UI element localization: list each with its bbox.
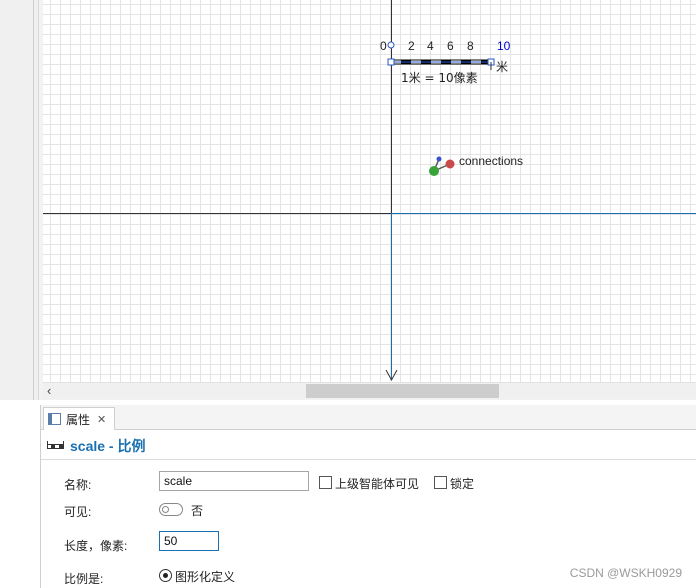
visible-to-upper-agent-label: 上级智能体可见 bbox=[335, 477, 420, 491]
tab-properties-label: 属性 bbox=[66, 412, 91, 427]
scrollbar-thumb[interactable] bbox=[306, 384, 499, 398]
ruler-unit: 米 bbox=[496, 60, 508, 74]
connections-object[interactable]: connections bbox=[429, 154, 523, 176]
properties-heading: scale - 比例 bbox=[41, 433, 696, 460]
connections-icon-red bbox=[445, 159, 455, 169]
canvas-drawing: 0 2 4 6 8 10 米 1米 = 10像素 connections bbox=[43, 0, 696, 382]
ruler-tick-0: 0 bbox=[380, 39, 387, 53]
name-label: 名称: bbox=[64, 478, 92, 492]
lock-label: 锁定 bbox=[450, 477, 475, 491]
properties-panel: 属性 ✕ scale - 比例 名称: 上级智能体可见 锁定 可见: 否 长度，… bbox=[40, 405, 696, 588]
tab-properties[interactable]: 属性 ✕ bbox=[43, 407, 115, 430]
editor-left-gutter bbox=[0, 0, 39, 400]
radio-dot bbox=[163, 573, 168, 578]
panel-title: scale - 比例 bbox=[70, 438, 146, 454]
visible-label: 可见: bbox=[64, 505, 92, 519]
graphical-definition-label: 图形化定义 bbox=[175, 570, 236, 584]
visible-toggle[interactable] bbox=[159, 503, 183, 516]
scale-ruler-start-handle[interactable] bbox=[387, 58, 395, 66]
visible-to-upper-agent-checkbox[interactable] bbox=[319, 476, 332, 489]
ruler-tick-4: 4 bbox=[427, 39, 434, 53]
scale-icon bbox=[47, 441, 64, 449]
lock-checkbox[interactable] bbox=[434, 476, 447, 489]
graphical-editor: 0 2 4 6 8 10 米 1米 = 10像素 connections ‹ bbox=[0, 0, 696, 400]
connections-icon-green bbox=[429, 166, 439, 176]
scale-ruler[interactable]: 0 2 4 6 8 10 米 1米 = 10像素 bbox=[380, 39, 511, 85]
scale-is-label: 比例是: bbox=[64, 572, 104, 586]
ruler-tick-2: 2 bbox=[408, 39, 415, 53]
graphical-definition-radio[interactable] bbox=[159, 569, 172, 582]
length-label: 长度，像素: bbox=[64, 539, 128, 553]
scroll-left-icon[interactable]: ‹ bbox=[47, 383, 51, 399]
horizontal-scrollbar[interactable]: ‹ bbox=[43, 382, 696, 399]
watermark: CSDN @WSKH0929 bbox=[569, 566, 682, 580]
ruler-tick-10: 10 bbox=[497, 39, 511, 53]
name-input[interactable] bbox=[159, 471, 309, 491]
connections-icon-blue bbox=[436, 156, 442, 162]
panel-tab-bar: 属性 ✕ bbox=[41, 405, 696, 430]
scale-ruler-top-handle[interactable] bbox=[387, 41, 395, 49]
toggle-knob bbox=[162, 506, 169, 513]
properties-icon bbox=[48, 413, 61, 425]
connections-label: connections bbox=[459, 154, 523, 168]
close-icon[interactable]: ✕ bbox=[97, 413, 106, 426]
visible-value: 否 bbox=[191, 504, 204, 518]
ruler-caption: 1米 = 10像素 bbox=[401, 71, 478, 85]
length-input[interactable] bbox=[159, 531, 219, 551]
ruler-tick-6: 6 bbox=[447, 39, 454, 53]
ruler-tick-8: 8 bbox=[467, 39, 474, 53]
editor-canvas[interactable]: 0 2 4 6 8 10 米 1米 = 10像素 connections bbox=[43, 0, 696, 382]
